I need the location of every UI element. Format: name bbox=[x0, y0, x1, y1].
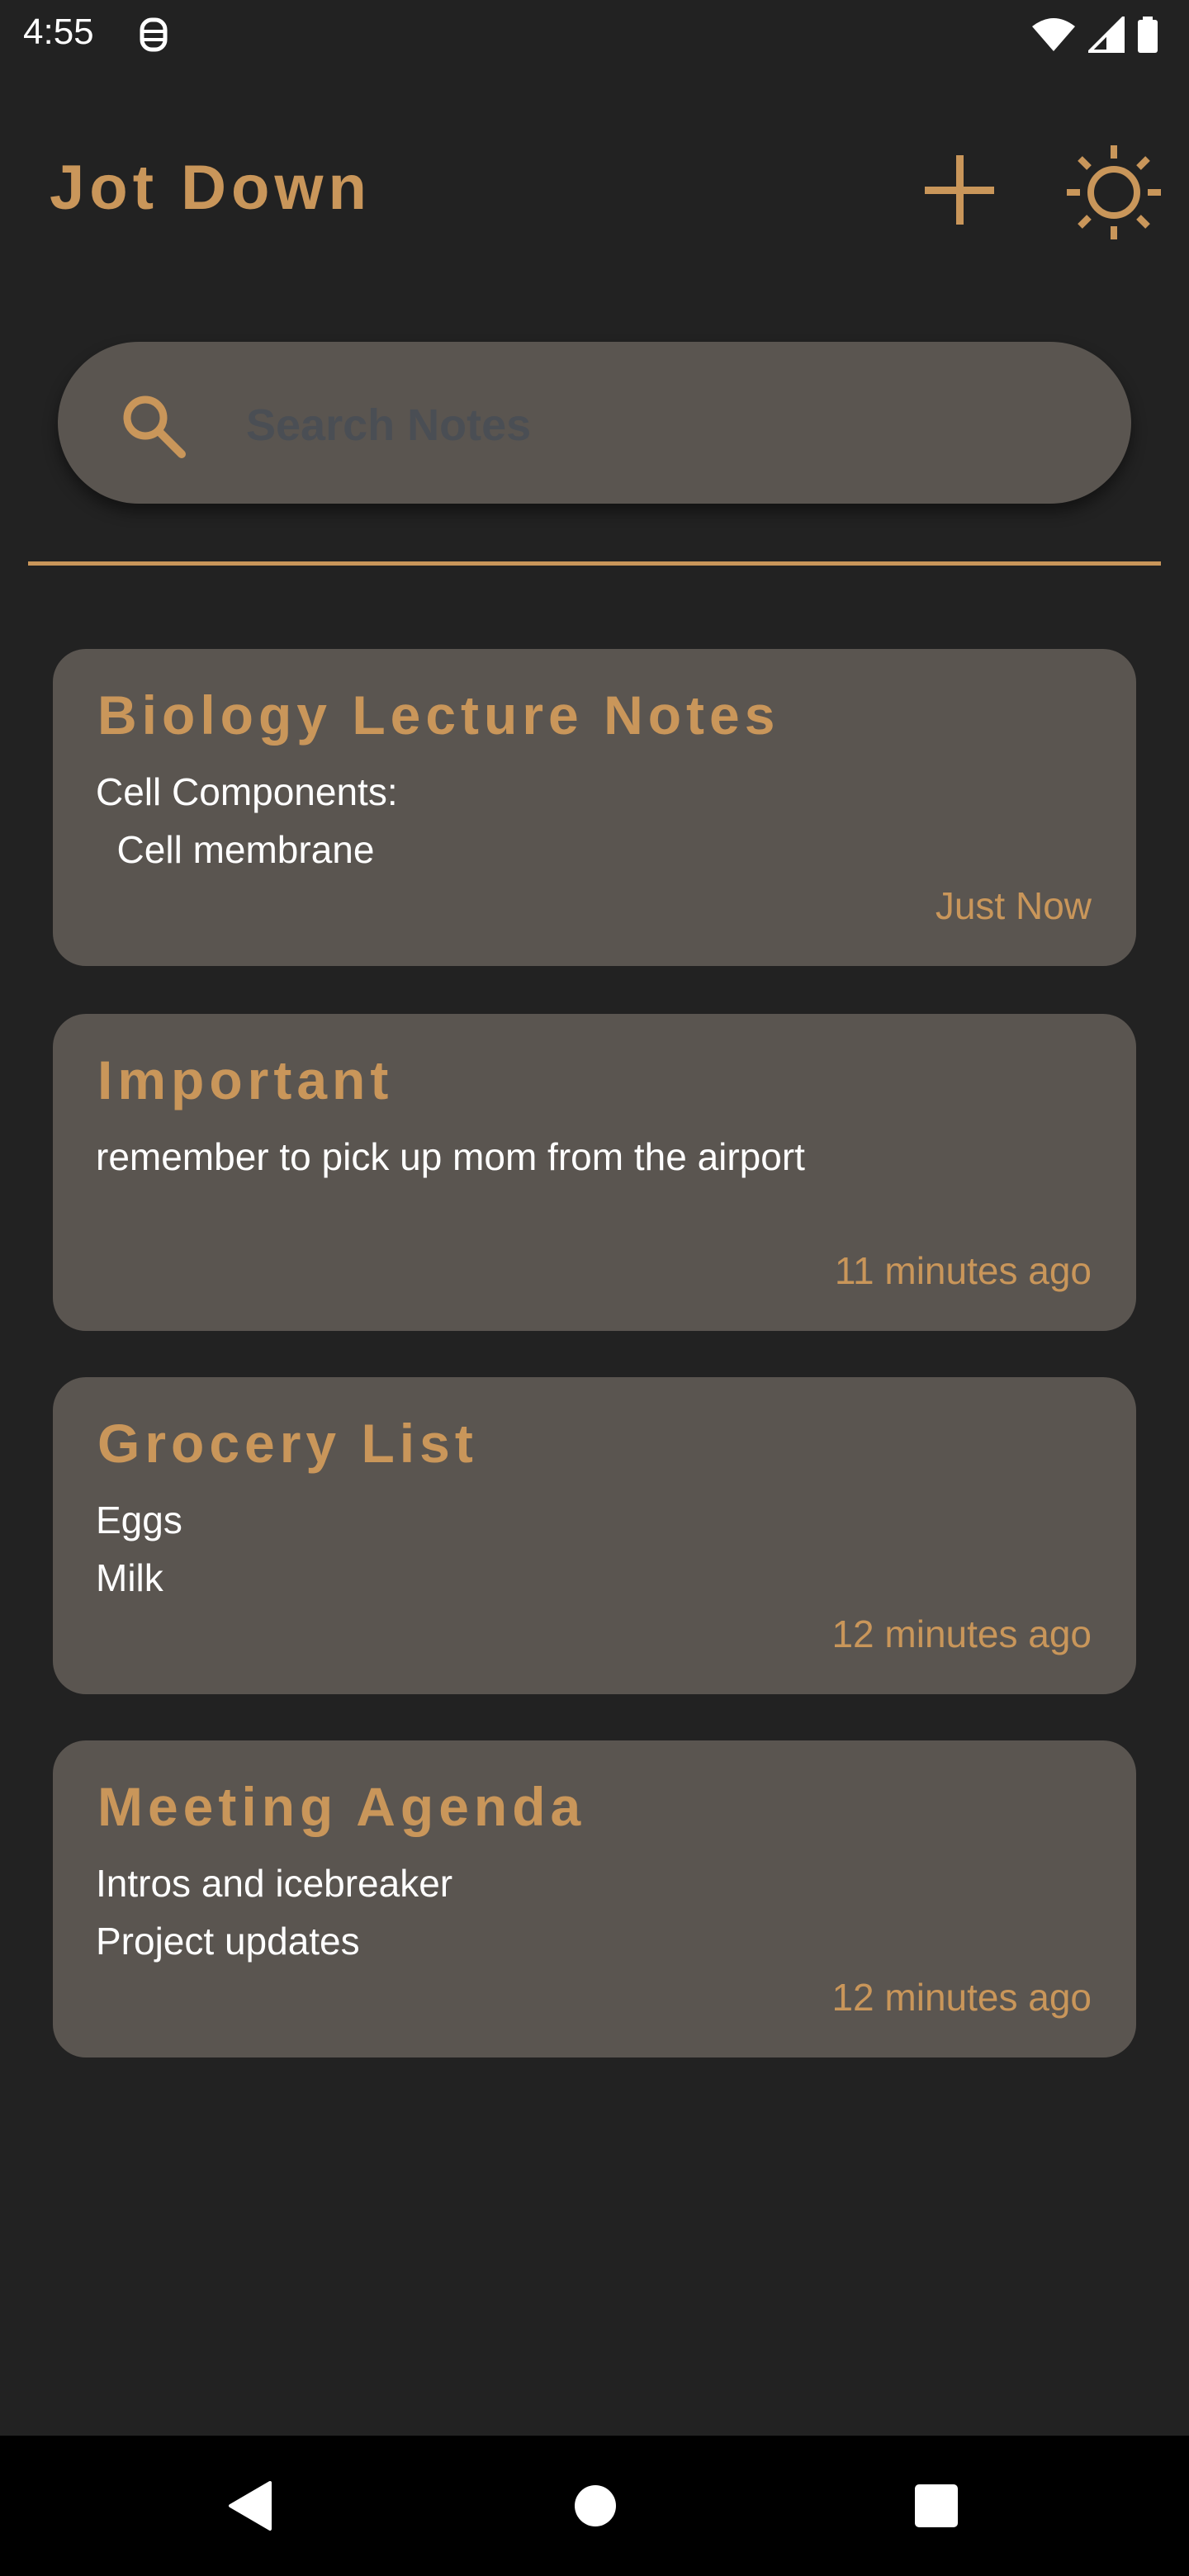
battery-icon bbox=[1138, 17, 1158, 53]
note-title: Grocery List bbox=[97, 1413, 478, 1474]
note-preview: Eggs Milk bbox=[96, 1499, 182, 1599]
note-card[interactable]: Biology Lecture Notes Cell Components: C… bbox=[53, 649, 1136, 966]
note-timestamp: 11 minutes ago bbox=[834, 1249, 1092, 1292]
system-nav-bar bbox=[0, 2436, 1189, 2576]
cell-signal-icon bbox=[1088, 17, 1125, 53]
note-card[interactable]: Grocery List Eggs Milk 12 minutes ago bbox=[53, 1377, 1136, 1694]
home-icon bbox=[575, 2485, 616, 2526]
notes-list-screen: 4:55 Jot Down Search Notes Biology Lectu… bbox=[0, 0, 1189, 2576]
note-preview: remember to pick up mom from the airport bbox=[96, 1135, 805, 1178]
wifi-icon bbox=[1032, 18, 1075, 51]
note-title: Important bbox=[97, 1049, 394, 1110]
back-button[interactable] bbox=[221, 2477, 279, 2535]
note-preview: Cell Components: Cell membrane bbox=[96, 770, 398, 871]
back-icon bbox=[229, 2481, 272, 2531]
note-timestamp: 12 minutes ago bbox=[831, 1976, 1092, 2019]
home-button[interactable] bbox=[566, 2477, 624, 2535]
plus-icon bbox=[925, 155, 994, 225]
note-card[interactable]: Important remember to pick up mom from t… bbox=[53, 1014, 1136, 1331]
app-notification-icon bbox=[140, 17, 168, 52]
app-header: Jot Down bbox=[0, 140, 1189, 239]
note-timestamp: 12 minutes ago bbox=[831, 1612, 1092, 1655]
note-timestamp: Just Now bbox=[935, 884, 1092, 927]
theme-toggle-button[interactable] bbox=[1065, 144, 1163, 241]
note-card[interactable]: Meeting Agenda Intros and icebreaker Pro… bbox=[53, 1740, 1136, 2057]
add-note-button[interactable] bbox=[921, 152, 997, 228]
status-bar: 4:55 bbox=[0, 0, 1189, 69]
sun-icon bbox=[1067, 145, 1161, 239]
note-title: Meeting Agenda bbox=[97, 1776, 586, 1837]
search-input[interactable] bbox=[244, 391, 1073, 459]
recents-icon bbox=[915, 2484, 958, 2527]
app-title: Jot Down bbox=[50, 153, 372, 223]
status-time: 4:55 bbox=[23, 12, 94, 52]
note-title: Biology Lecture Notes bbox=[97, 684, 780, 746]
divider bbox=[28, 561, 1161, 566]
recents-button[interactable] bbox=[907, 2477, 965, 2535]
status-icons bbox=[1030, 15, 1159, 54]
note-preview: Intros and icebreaker Project updates bbox=[96, 1862, 453, 1963]
search-icon bbox=[123, 395, 186, 458]
